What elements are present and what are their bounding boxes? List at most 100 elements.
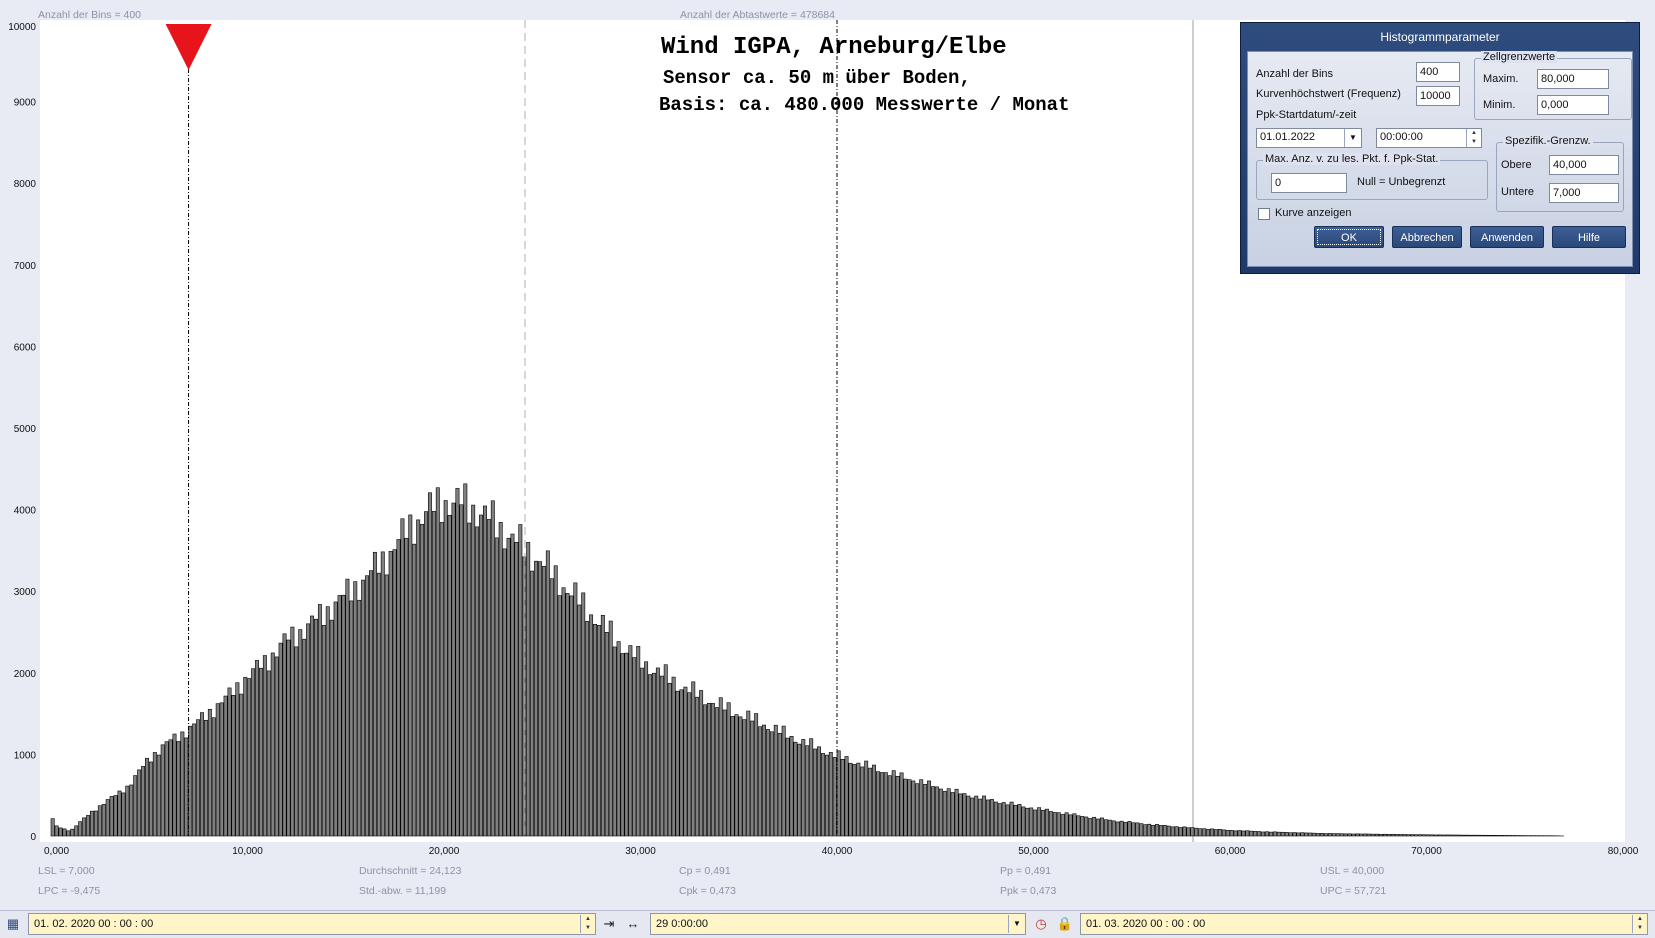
histogram-bar bbox=[1364, 834, 1367, 836]
histogram-bar bbox=[633, 658, 636, 836]
histogram-bar bbox=[1132, 823, 1135, 836]
ppk-stat: Ppk = 0,473 bbox=[1000, 885, 1056, 897]
histogram-bar bbox=[723, 710, 726, 836]
start-datetime-field[interactable]: 01. 02. 2020 00 : 00 : 00 ▲▼ bbox=[28, 913, 596, 935]
histogram-bar bbox=[825, 755, 828, 836]
bins-input[interactable] bbox=[1416, 62, 1460, 82]
histogram-bar bbox=[927, 781, 930, 836]
start-label: Ppk-Startdatum/-zeit bbox=[1256, 109, 1356, 121]
histogram-bar bbox=[338, 595, 341, 836]
cancel-button[interactable]: Abbrechen bbox=[1392, 226, 1462, 248]
expand-arrows-icon[interactable]: ↔ bbox=[624, 915, 642, 933]
histogram-bar bbox=[1509, 835, 1512, 836]
histogram-bar bbox=[1128, 821, 1131, 836]
upper-limit-input[interactable] bbox=[1549, 155, 1619, 175]
histogram-bar bbox=[562, 588, 565, 836]
histogram-bar bbox=[228, 688, 231, 836]
histogram-bar bbox=[204, 720, 207, 836]
histogram-bar bbox=[1246, 831, 1249, 836]
histogram-parameters-dialog: Histogrammparameter Anzahl der Bins Kurv… bbox=[1240, 22, 1640, 274]
max-points-input[interactable] bbox=[1271, 173, 1347, 193]
histogram-bar bbox=[122, 793, 125, 836]
histogram-bar bbox=[817, 747, 820, 836]
start-time-stepper[interactable]: 00:00:00 ▲▼ bbox=[1376, 128, 1482, 148]
start-date-select[interactable]: 01.01.2022 ▼ bbox=[1256, 128, 1362, 148]
clock-icon[interactable]: ◷ bbox=[1032, 915, 1050, 933]
histogram-bar bbox=[1049, 811, 1052, 836]
end-datetime-field[interactable]: 01. 03. 2020 00 : 00 : 00 ▲▼ bbox=[1080, 913, 1648, 935]
histogram-bar bbox=[1356, 834, 1359, 836]
chevron-down-icon[interactable]: ▼ bbox=[1344, 129, 1361, 147]
histogram-bar bbox=[1324, 834, 1327, 836]
apply-button[interactable]: Anwenden bbox=[1470, 226, 1544, 248]
histogram-bar bbox=[212, 718, 215, 836]
lower-label: Untere bbox=[1501, 186, 1534, 198]
histogram-bar bbox=[1002, 802, 1005, 836]
histogram-bar bbox=[472, 505, 475, 836]
duration-field[interactable]: 29 0:00:00 ▼ bbox=[650, 913, 1026, 935]
histogram-bar bbox=[971, 798, 974, 836]
histogram-bar bbox=[617, 642, 620, 836]
histogram-bar bbox=[1210, 829, 1213, 836]
histogram-bar bbox=[1305, 833, 1308, 836]
histogram-bar bbox=[365, 576, 368, 836]
max-points-hint: Null = Unbegrenzt bbox=[1357, 176, 1445, 188]
histogram-bar bbox=[637, 646, 640, 836]
histogram-bar bbox=[1478, 835, 1481, 836]
histogram-bar bbox=[153, 752, 156, 836]
histogram-bar bbox=[1493, 835, 1496, 836]
histogram-bar bbox=[1092, 817, 1095, 836]
histogram-bar bbox=[676, 691, 679, 836]
histogram-bar bbox=[1466, 835, 1469, 836]
histogram-bar bbox=[1175, 827, 1178, 836]
collapse-arrows-icon[interactable]: ⇥ bbox=[600, 915, 618, 933]
histogram-bar bbox=[1336, 834, 1339, 836]
histogram-bar bbox=[1116, 822, 1119, 836]
histogram-bar bbox=[358, 600, 361, 836]
show-curve-checkbox[interactable] bbox=[1258, 208, 1270, 220]
histogram-bar bbox=[1065, 813, 1068, 836]
max-input[interactable] bbox=[1537, 69, 1609, 89]
histogram-bar bbox=[1191, 828, 1194, 836]
histogram-bar bbox=[126, 786, 129, 836]
histogram-bar bbox=[1061, 814, 1064, 836]
histogram-bar bbox=[1297, 833, 1300, 836]
help-button[interactable]: Hilfe bbox=[1552, 226, 1626, 248]
end-datetime-spinner[interactable]: ▲▼ bbox=[1632, 915, 1647, 933]
show-curve-label: Kurve anzeigen bbox=[1275, 207, 1351, 219]
histogram-bar bbox=[652, 673, 655, 836]
y-tick-label: 2000 bbox=[14, 669, 37, 680]
time-spinner[interactable]: ▲▼ bbox=[1466, 129, 1481, 147]
min-input[interactable] bbox=[1537, 95, 1609, 115]
histogram-bar bbox=[978, 799, 981, 836]
lower-limit-input[interactable] bbox=[1549, 183, 1619, 203]
histogram-bar bbox=[574, 583, 577, 836]
chevron-down-icon[interactable]: ▼ bbox=[1008, 915, 1025, 933]
histogram-bar bbox=[688, 693, 691, 836]
samples-info: Anzahl der Abtastwerte = 478684 bbox=[680, 9, 835, 21]
histogram-bar bbox=[468, 523, 471, 836]
histogram-bar bbox=[1045, 809, 1048, 836]
pp-stat: Pp = 0,491 bbox=[1000, 865, 1051, 877]
histogram-bar bbox=[857, 763, 860, 836]
histogram-bar bbox=[350, 601, 353, 836]
start-datetime-spinner[interactable]: ▲▼ bbox=[580, 915, 595, 933]
dialog-body: Anzahl der Bins Kurvenhöchstwert (Freque… bbox=[1247, 51, 1633, 267]
histogram-bar bbox=[778, 733, 781, 836]
maxfreq-input[interactable] bbox=[1416, 86, 1460, 106]
histogram-bar bbox=[982, 796, 985, 836]
histogram-bar bbox=[255, 660, 258, 836]
histogram-bar bbox=[224, 696, 227, 836]
calendar-icon[interactable]: ▦ bbox=[4, 915, 22, 933]
histogram-bar bbox=[1427, 835, 1430, 836]
histogram-bar bbox=[1250, 831, 1253, 836]
histogram-bar bbox=[542, 566, 545, 836]
histogram-bar bbox=[1434, 835, 1437, 836]
histogram-bar bbox=[303, 639, 306, 836]
histogram-bar bbox=[1289, 833, 1292, 836]
lock-icon[interactable]: 🔒 bbox=[1056, 915, 1074, 933]
histogram-bar bbox=[1037, 808, 1040, 836]
histogram-bar bbox=[267, 671, 270, 836]
ok-button[interactable]: OK bbox=[1314, 226, 1384, 248]
histogram-bar bbox=[1368, 834, 1371, 836]
